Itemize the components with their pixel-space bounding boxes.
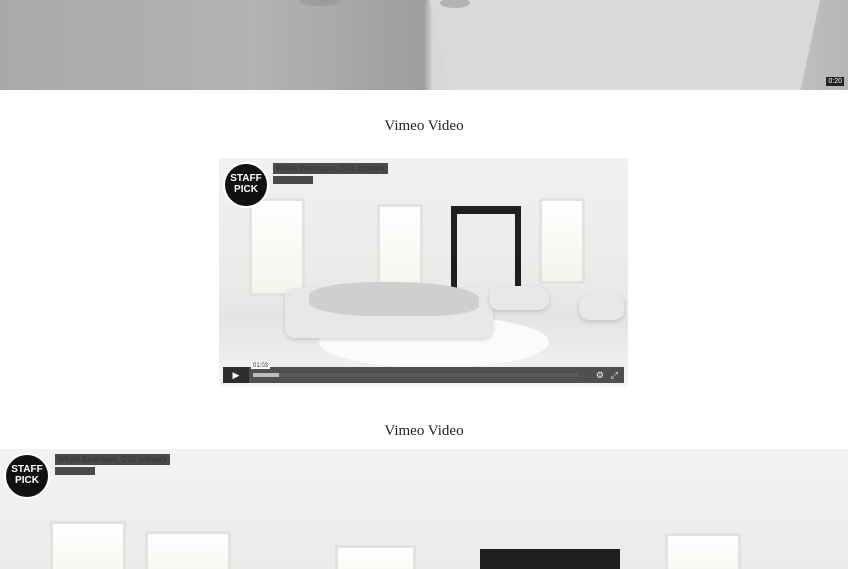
video-title-link[interactable]: White Bedroom, CGI artwork (273, 163, 388, 174)
video-frame-detail (300, 0, 340, 6)
video-byline-link[interactable] (55, 467, 95, 475)
video-controls: ▶ 01:03 ⚙ ⤢ (223, 363, 624, 383)
video-frame-shelf (451, 206, 457, 298)
vimeo-video-player[interactable]: STAFF PICK White Bedroom, CGI artwork (0, 449, 848, 569)
video-frame-ottoman (489, 286, 549, 310)
gear-icon[interactable]: ⚙ (596, 367, 604, 383)
video-caption: Vimeo Video (384, 423, 464, 439)
vimeo-video-player[interactable]: STAFF PICK White Bedroom, CGI artwork ▶ … (219, 158, 628, 387)
video-frame-shelf (480, 549, 620, 569)
current-time: 01:03 (251, 363, 271, 369)
video-title-link[interactable]: White Bedroom, CGI artwork (55, 454, 170, 465)
fullscreen-icon[interactable]: ⤢ (611, 367, 618, 383)
staff-pick-badge[interactable]: STAFF PICK (4, 453, 50, 499)
video-frame-road (430, 0, 820, 90)
video-frame-window (539, 198, 585, 284)
video-caption: Vimeo Video (384, 118, 464, 134)
video-frame-window (145, 531, 231, 569)
staff-pick-badge[interactable]: STAFF PICK (223, 162, 269, 208)
video-timecode: 0:20 (826, 77, 844, 86)
video-frame-window (665, 533, 741, 569)
progress-bar[interactable]: 01:03 (251, 363, 578, 377)
progress-fill (253, 373, 279, 377)
play-button[interactable]: ▶ (223, 367, 249, 383)
play-icon: ▶ (232, 370, 240, 380)
top-video-player[interactable]: 0:20 (0, 0, 848, 90)
video-frame-blanket (309, 282, 479, 316)
video-frame-window (249, 198, 305, 296)
video-byline-link[interactable] (273, 176, 313, 184)
video-frame-window (50, 521, 126, 569)
video-frame-shelf (451, 206, 521, 214)
video-frame-window (335, 545, 416, 569)
video-frame-shelf (515, 206, 521, 298)
video-frame-chair (579, 294, 624, 320)
